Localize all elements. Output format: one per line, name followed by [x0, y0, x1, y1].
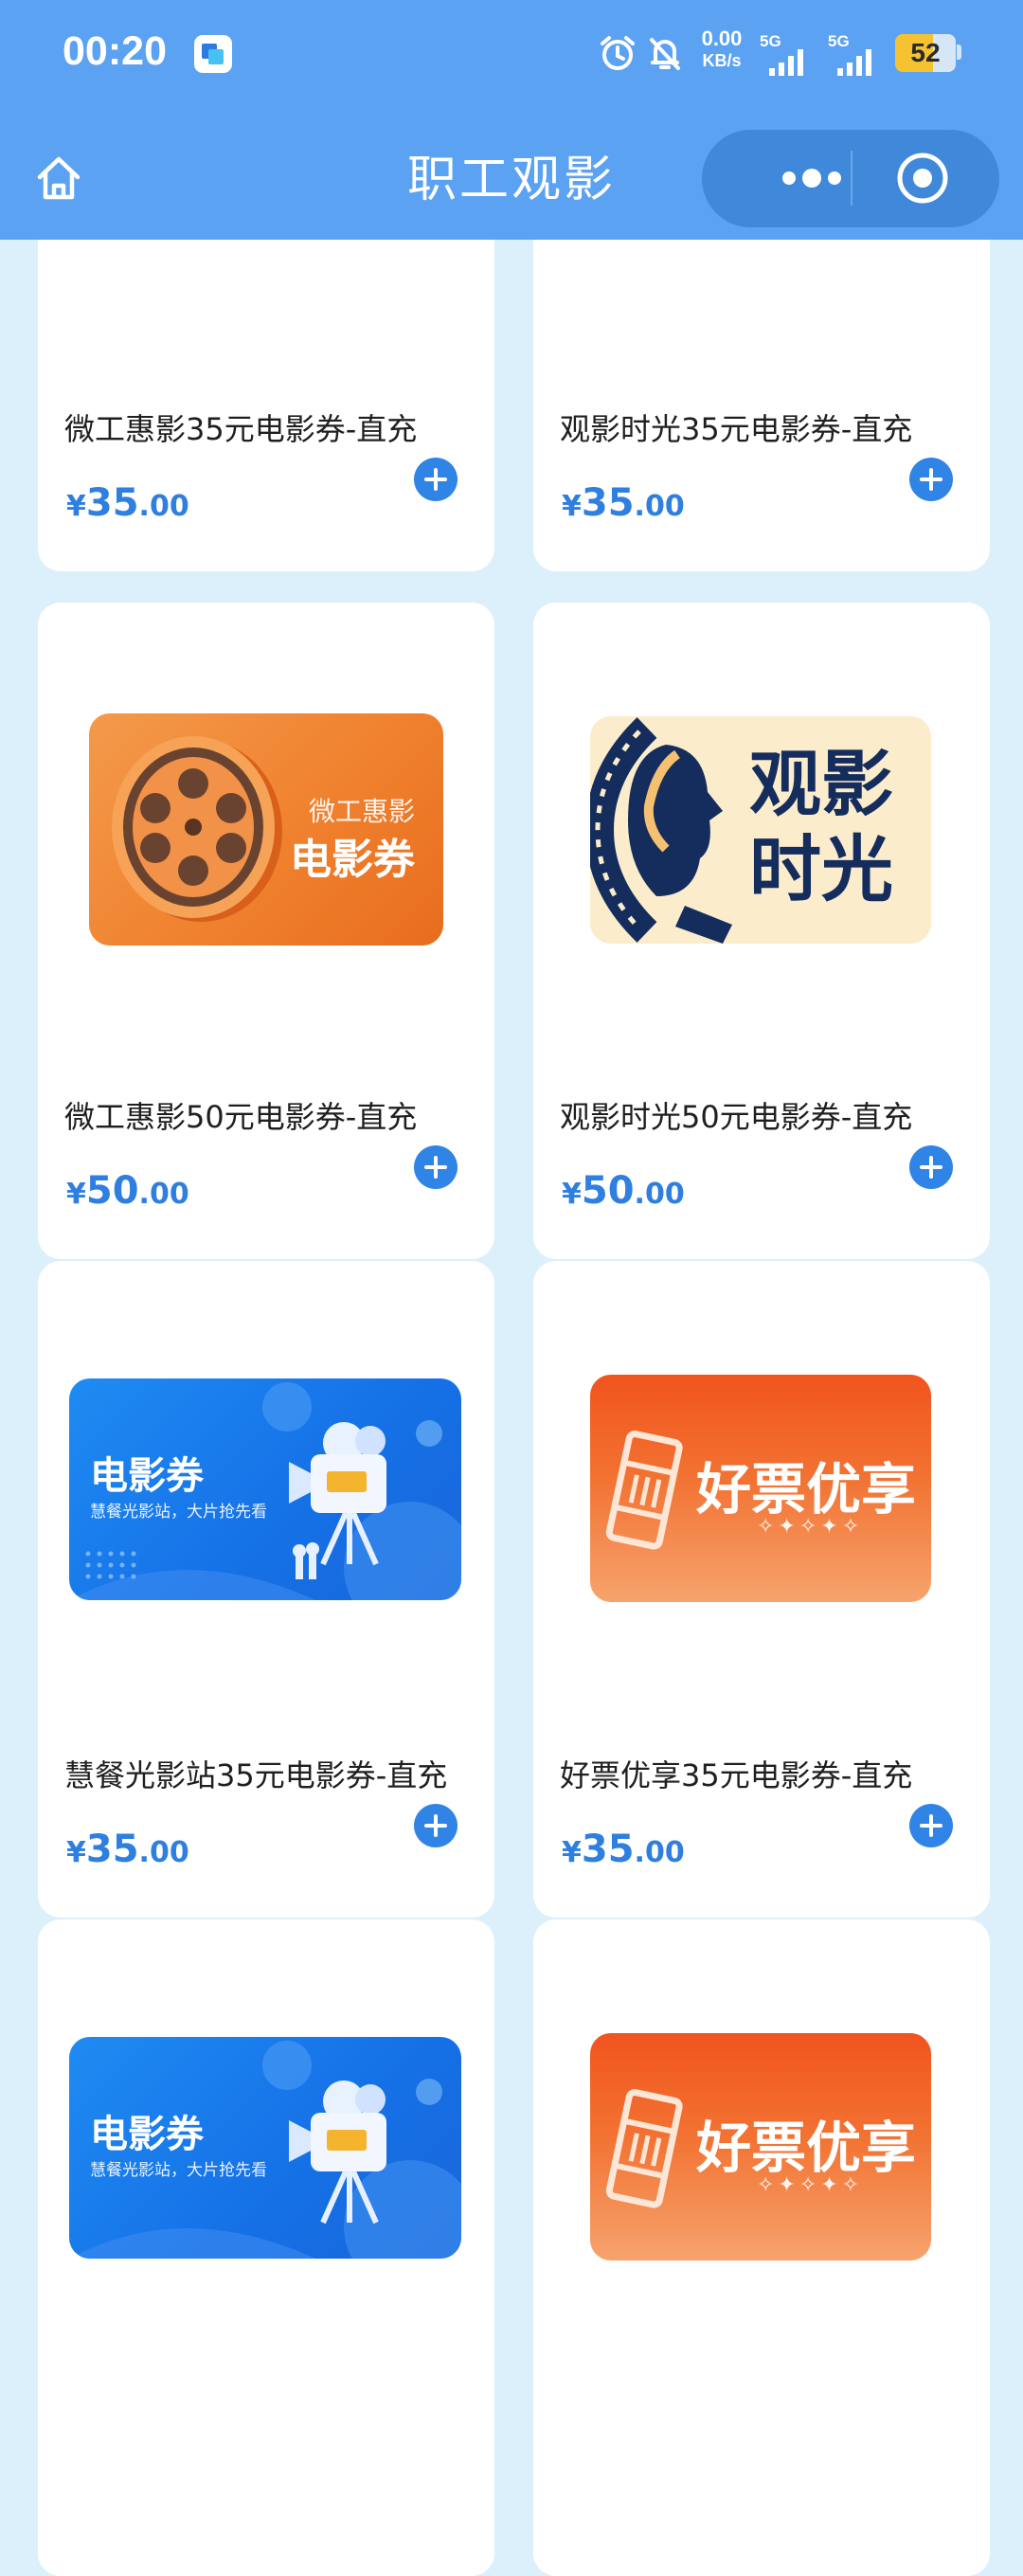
add-to-cart-button[interactable] [909, 1804, 953, 1847]
add-to-cart-button[interactable] [909, 1145, 953, 1189]
thumb-sparkles: ✧✦✧✦✧ [757, 2173, 864, 2197]
product-card[interactable]: 好票优享 ✧✦✧✦✧ 好票优享35元电影券-直充 ¥35.00 [533, 1261, 990, 1918]
add-to-cart-button[interactable] [414, 458, 458, 501]
status-icons: 0.00 KB/s 5G 5G 52 [601, 27, 1023, 83]
signal-icon-1 [769, 49, 803, 76]
mute-bell-icon [650, 38, 680, 70]
thumb-title: 电影券 [90, 1454, 204, 1498]
speed-unit: KB/s [702, 51, 742, 70]
product-card[interactable]: 观影 时光 观影时光50元电影券-直充 ¥50.00 [533, 603, 990, 1259]
product-name: 好票优享35元电影券-直充 [560, 1757, 913, 1793]
notification-app-icon [194, 35, 232, 73]
product-name: 观影时光50元电影券-直充 [560, 1099, 913, 1135]
product-price: ¥50.00 [66, 1169, 189, 1213]
product-thumbnail: 好票优享 ✧✦✧✦✧ [590, 1375, 931, 1602]
thumb-title-line1: 观影 [749, 742, 893, 826]
product-price: ¥50.00 [562, 1169, 685, 1213]
product-price: ¥35.00 [66, 1828, 189, 1871]
product-card[interactable]: 微工惠影 电影券 微工惠影50元电影券-直充 ¥50.00 [38, 603, 494, 1259]
alarm-icon [601, 36, 635, 70]
ticket-icon [605, 2089, 683, 2208]
more-icon[interactable] [745, 151, 888, 206]
battery-indicator: 52 [895, 34, 956, 72]
speed-value: 0.00 [701, 27, 743, 50]
product-thumbnail: 好票优享 ✧✦✧✦✧ [590, 2033, 931, 2261]
product-price: ¥35.00 [562, 481, 685, 525]
add-to-cart-button[interactable] [414, 1145, 458, 1189]
product-name: 微工惠影50元电影券-直充 [64, 1099, 418, 1135]
product-thumbnail: 微工惠影 电影券 [89, 713, 443, 946]
product-price: ¥35.00 [562, 1828, 685, 1871]
network-speed: 0.00 KB/s [691, 27, 752, 70]
ticket-icon [605, 1431, 683, 1550]
thumb-title-line2: 时光 [749, 827, 893, 911]
thumb-title: 好票优享 [696, 2116, 917, 2180]
signal-icon-2 [837, 49, 871, 76]
status-time: 00:20 [63, 28, 167, 74]
product-thumbnail: 观影 时光 [590, 716, 931, 944]
movie-camera-icon [289, 1422, 386, 1579]
product-name: 观影时光35元电影券-直充 [560, 411, 913, 447]
film-strip-profile-icon [590, 717, 732, 944]
add-to-cart-button[interactable] [414, 1804, 458, 1847]
product-card[interactable]: 好票优享 ✧✦✧✦✧ [533, 1919, 990, 2576]
product-name: 慧餐光影站35元电影券-直充 [64, 1757, 448, 1793]
mini-program-capsule [702, 130, 999, 227]
product-thumbnail: 电影券 慧餐光影站，大片抢先看 [69, 2037, 461, 2259]
thumb-subtitle: 微工惠影 [308, 796, 415, 827]
product-name: 微工惠影35元电影券-直充 [64, 411, 418, 447]
thumb-subtitle: 慧餐光影站，大片抢先看 [90, 1503, 267, 1522]
thumb-title: 好票优享 [696, 1457, 917, 1522]
product-price: ¥35.00 [66, 481, 189, 525]
product-thumbnail: 电影券 慧餐光影站，大片抢先看 [69, 1378, 461, 1600]
film-reel-icon [112, 736, 282, 922]
thumb-sparkles: ✧✦✧✦✧ [757, 1515, 864, 1539]
add-to-cart-button[interactable] [909, 458, 953, 501]
product-card[interactable]: 电影券 慧餐光影站，大片抢先看 慧餐光影站35元电影券-直充 ¥35.00 [38, 1261, 494, 1918]
close-target-icon[interactable] [895, 151, 950, 206]
app-header: 00:20 0.00 KB/s 5G 5G 52 职工观影 [0, 0, 1023, 240]
thumb-subtitle: 慧餐光影站，大片抢先看 [90, 2161, 267, 2180]
product-card[interactable]: 电影券 慧餐光影站，大片抢先看 [38, 1919, 494, 2576]
thumb-title: 电影券 [90, 2113, 204, 2156]
thumb-title: 电影券 [290, 836, 415, 884]
battery-level: 52 [910, 38, 941, 67]
